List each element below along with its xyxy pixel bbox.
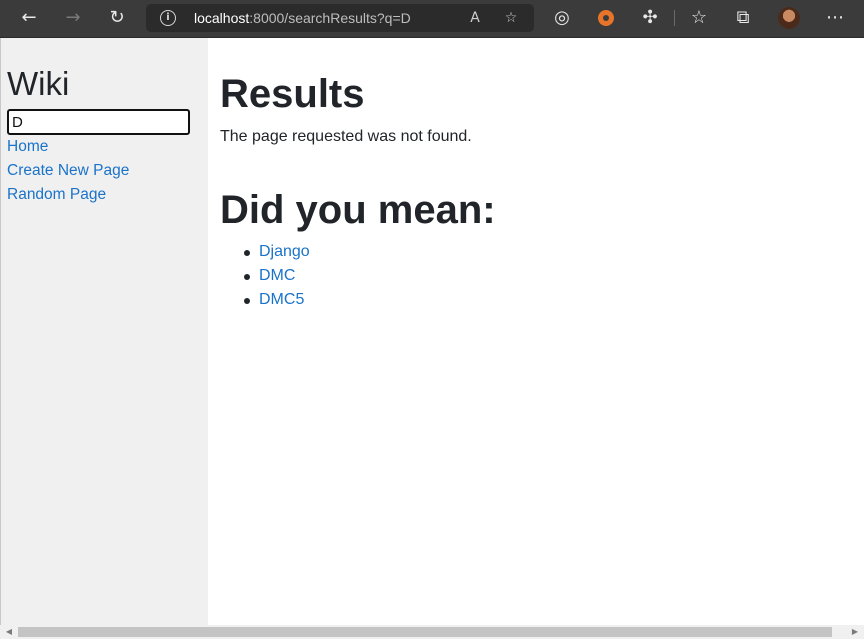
- suggestions-heading: Did you mean:: [220, 188, 496, 232]
- page-content: Wiki Home Create New Page Random Page Re…: [0, 38, 864, 625]
- home-link[interactable]: Home: [7, 137, 48, 157]
- url-path: :8000/searchResults?q=D: [249, 10, 411, 26]
- site-title: Wiki: [7, 65, 70, 102]
- suggestion-link-dmc5[interactable]: DMC5: [259, 291, 304, 308]
- scroll-right-icon[interactable]: ▶: [848, 626, 862, 638]
- create-new-page-link[interactable]: Create New Page: [7, 161, 129, 181]
- forward-arrow-icon[interactable]: →: [59, 5, 87, 31]
- add-favorite-icon[interactable]: ☆: [500, 7, 522, 29]
- read-aloud-icon[interactable]: A: [464, 7, 486, 29]
- bullet: [244, 298, 250, 304]
- reload-icon[interactable]: ↻: [103, 5, 131, 31]
- list-item: DMC: [220, 266, 310, 290]
- url-host: localhost: [194, 10, 250, 26]
- favorites-icon[interactable]: ☆: [685, 5, 713, 31]
- list-item: Django: [220, 242, 310, 266]
- scroll-left-icon[interactable]: ◀: [2, 626, 16, 638]
- profile-avatar[interactable]: [778, 7, 800, 29]
- suggestion-link-dmc[interactable]: DMC: [259, 267, 295, 284]
- info-icon[interactable]: i: [160, 10, 176, 26]
- random-page-link[interactable]: Random Page: [7, 185, 106, 205]
- list-item: DMC5: [220, 290, 310, 314]
- scrollbar-thumb[interactable]: [18, 627, 832, 637]
- back-arrow-icon[interactable]: ←: [15, 5, 43, 31]
- more-menu-icon[interactable]: ⋯: [821, 5, 849, 31]
- suggestion-link-django[interactable]: Django: [259, 243, 310, 260]
- main-content: Results The page requested was not found…: [208, 38, 864, 625]
- tracking-prevention-icon[interactable]: ◎: [548, 5, 576, 31]
- browser-toolbar: ← → ↻ i localhost:8000/searchResults?q=D…: [0, 0, 864, 38]
- search-input[interactable]: [7, 109, 190, 135]
- collections-icon[interactable]: ⧉: [729, 5, 757, 31]
- url-text[interactable]: localhost:8000/searchResults?q=D: [194, 10, 411, 26]
- toolbar-separator: [674, 10, 675, 26]
- suggestions-list: Django DMC DMC5: [220, 242, 310, 314]
- page-title: Results: [220, 72, 365, 116]
- not-found-message: The page requested was not found.: [220, 128, 472, 145]
- orange-extension-icon[interactable]: [598, 10, 614, 26]
- address-bar[interactable]: i localhost:8000/searchResults?q=D A ☆: [146, 4, 534, 32]
- bullet: [244, 274, 250, 280]
- bullet: [244, 250, 250, 256]
- horizontal-scrollbar[interactable]: ◀ ▶: [0, 625, 864, 639]
- sidebar: Wiki Home Create New Page Random Page: [0, 38, 208, 625]
- extensions-puzzle-icon[interactable]: ✣: [636, 5, 664, 31]
